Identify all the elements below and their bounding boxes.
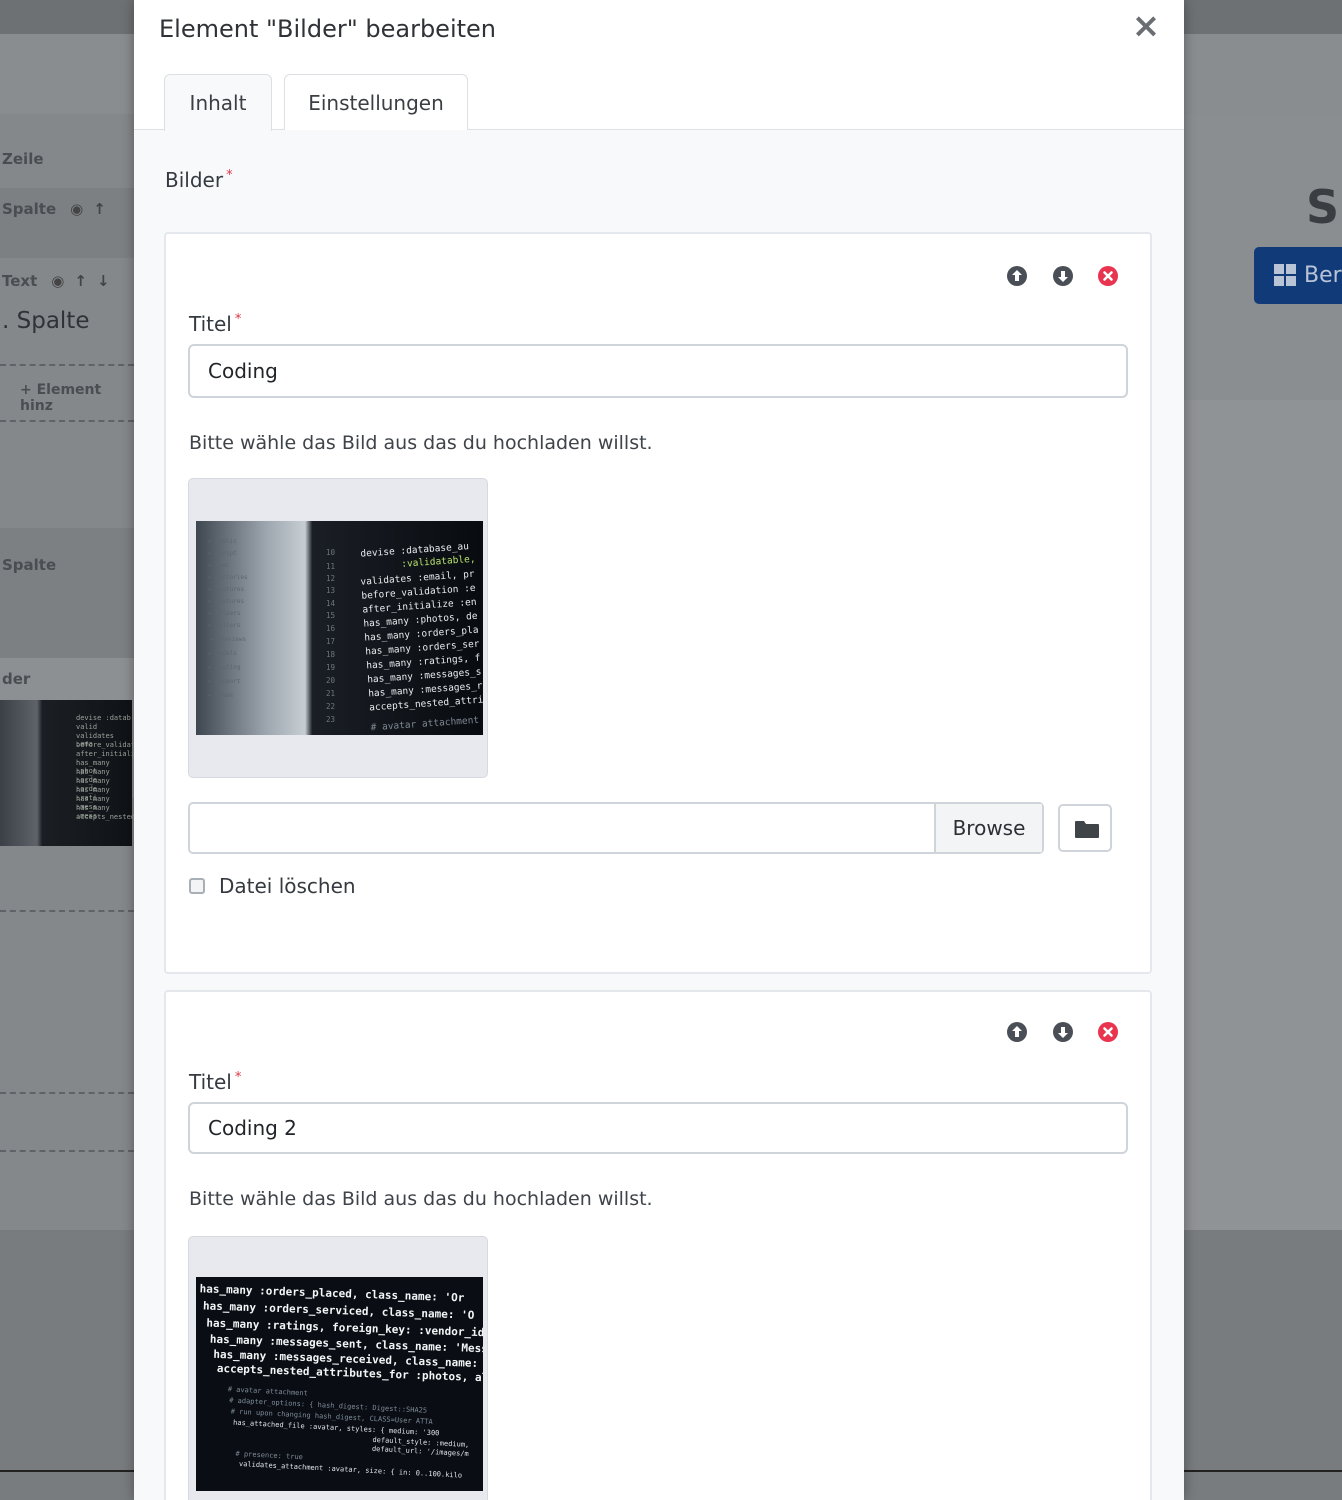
svg-text:▸ models: ▸ models — [208, 650, 237, 657]
svg-text:▸ mailers: ▸ mailers — [208, 622, 241, 629]
svg-text:21: 21 — [326, 689, 335, 698]
bg-row-spalte-2: Spalte — [2, 556, 57, 574]
svg-text:▸ routing: ▸ routing — [208, 664, 241, 671]
bg-add-element: + Element hinz — [20, 382, 102, 414]
background-editor-tree: Zeile Spalte ◉ ↑ Text ◉ ↑ ↓ . Spalte + Elemen… — [0, 114, 134, 1230]
svg-text:▸ helpers: ▸ helpers — [208, 610, 241, 617]
svg-text:▸ factories: ▸ factories — [208, 574, 248, 581]
arrow-down-icon: ↓ — [96, 272, 110, 290]
bg-right-title: Si — [1306, 180, 1342, 234]
title-input[interactable]: Coding — [188, 344, 1128, 398]
move-down-icon[interactable] — [1052, 265, 1074, 287]
image-preview: ▸ public ▸ script ▸ spec ▸ factories ▸ featu… — [188, 478, 488, 778]
upload-hint: Bitte wähle das Bild aus das du hochlade… — [189, 432, 653, 454]
svg-text:20: 20 — [326, 676, 336, 685]
image-preview: has_many :orders_placed, class_name: 'Or… — [188, 1236, 488, 1500]
folder-button[interactable] — [1058, 804, 1112, 852]
file-input-group: Browse — [188, 802, 1044, 854]
required-marker: * — [234, 1070, 242, 1085]
eye-icon: ◉ — [70, 200, 84, 218]
image-item-card: Titel * Coding 2 Bitte wähle das Bild aus… — [164, 990, 1152, 1500]
bilder-section-label: Bilder * — [165, 168, 233, 192]
svg-text:▸ support: ▸ support — [208, 678, 241, 685]
remove-icon[interactable] — [1097, 1021, 1119, 1043]
bg-row-zeile: Zeile — [2, 150, 44, 168]
svg-text:▸ fixtures: ▸ fixtures — [208, 598, 245, 605]
svg-text:▸ public: ▸ public — [208, 538, 237, 545]
move-down-icon[interactable] — [1052, 1021, 1074, 1043]
tab-inhalt[interactable]: Inhalt — [164, 74, 272, 131]
svg-text:13: 13 — [326, 586, 335, 595]
remove-icon[interactable] — [1097, 265, 1119, 287]
arrow-up-icon: ↑ — [93, 200, 106, 218]
delete-file-checkbox[interactable] — [189, 878, 205, 894]
move-up-icon[interactable] — [1006, 265, 1028, 287]
required-marker: * — [226, 168, 233, 183]
modal-header: Element "Bilder" bearbeiten × Inhalt Ein… — [134, 0, 1184, 131]
image-item-card: Titel * Coding Bitte wähle das Bild aus d… — [164, 232, 1152, 974]
title-label: Titel * — [189, 1070, 242, 1094]
image-thumbnail: has_many :orders_placed, class_name: 'Or… — [196, 1277, 483, 1491]
bg-row-spalte: Spalte ◉ ↑ — [2, 200, 106, 218]
title-label: Titel * — [189, 312, 242, 336]
svg-text:▸ previews: ▸ previews — [210, 636, 247, 643]
move-up-icon[interactable] — [1006, 1021, 1028, 1043]
modal-title: Element "Bilder" bearbeiten — [159, 15, 496, 43]
bg-row-text: Text ◉ ↑ ↓ — [2, 272, 110, 290]
bg-column-title: . Spalte — [2, 308, 90, 334]
file-path-input[interactable] — [190, 804, 934, 852]
svg-text:▸ views: ▸ views — [208, 692, 234, 699]
svg-text:15: 15 — [326, 611, 335, 620]
svg-text:23: 23 — [326, 715, 335, 724]
grid-icon — [1274, 264, 1298, 288]
image-thumbnail: ▸ public ▸ script ▸ spec ▸ factories ▸ featu… — [196, 521, 483, 735]
svg-text:▸ spec: ▸ spec — [208, 562, 230, 569]
bg-image-thumbnail: devise :datab valid validates :ema befor… — [0, 700, 139, 846]
bg-row-der: der — [2, 670, 31, 688]
svg-text:12: 12 — [326, 574, 335, 583]
upload-hint: Bitte wähle das Bild aus das du hochlade… — [189, 1188, 653, 1210]
background-right-lower — [1184, 400, 1342, 1230]
close-icon[interactable]: × — [1130, 8, 1162, 44]
tab-einstellungen[interactable]: Einstellungen — [284, 74, 468, 130]
svg-text:17: 17 — [326, 637, 335, 646]
bg-right-button: Ber — [1254, 247, 1342, 304]
svg-text:10: 10 — [326, 548, 336, 557]
title-input[interactable]: Coding 2 — [188, 1102, 1128, 1154]
svg-text:22: 22 — [326, 702, 335, 711]
eye-icon: ◉ — [51, 272, 65, 290]
svg-text:18: 18 — [326, 650, 336, 659]
browse-button[interactable]: Browse — [934, 804, 1042, 852]
svg-text:11: 11 — [326, 562, 335, 571]
edit-element-modal: Element "Bilder" bearbeiten × Inhalt Ein… — [134, 0, 1184, 1500]
svg-text:16: 16 — [326, 624, 336, 633]
svg-text:19: 19 — [326, 663, 335, 672]
svg-text:14: 14 — [326, 599, 336, 608]
arrow-up-icon: ↑ — [74, 272, 87, 290]
required-marker: * — [234, 312, 242, 327]
svg-text:▸ script: ▸ script — [208, 550, 237, 557]
svg-text:▸ features: ▸ features — [208, 586, 245, 593]
folder-icon — [1075, 821, 1099, 838]
delete-file-label: Datei löschen — [219, 874, 356, 898]
